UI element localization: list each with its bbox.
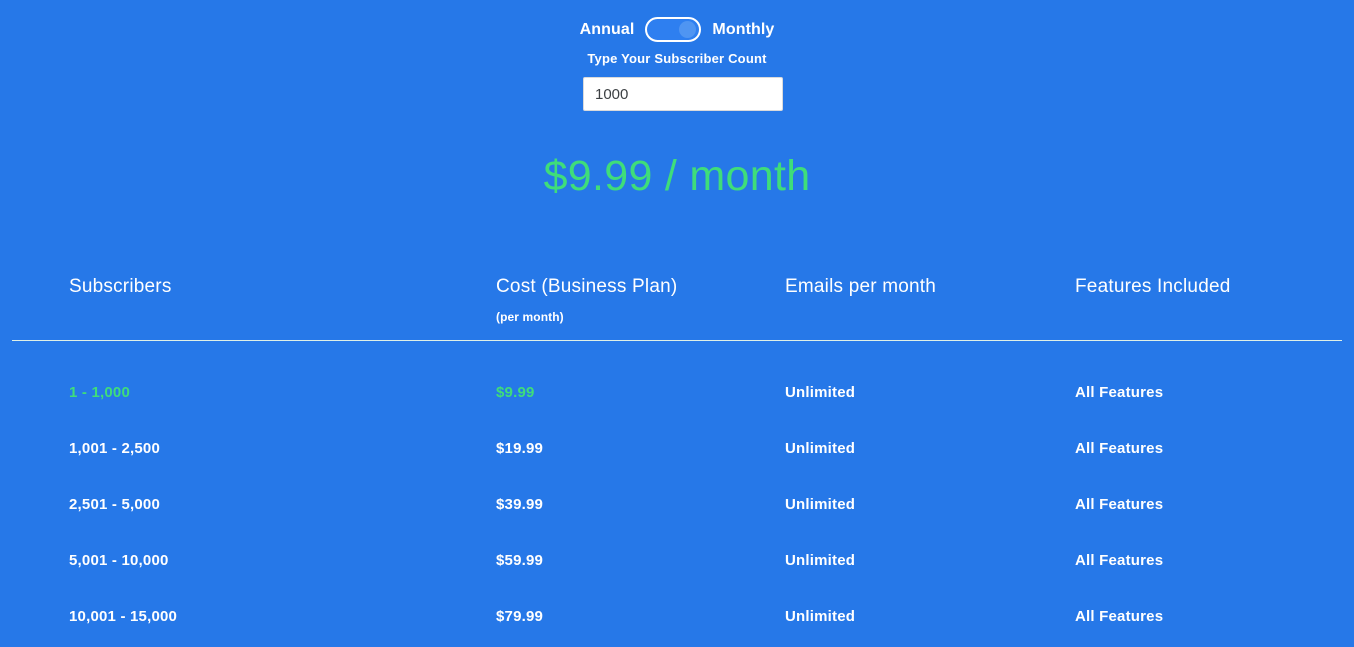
subscriber-count-input[interactable] [583, 77, 783, 111]
cell-subscribers: 1 - 1,000 [69, 384, 131, 401]
cell-emails: Unlimited [785, 384, 856, 401]
pricing-table-header: Subscribers Cost (Business Plan) (per mo… [0, 276, 1354, 340]
column-header-features: Features Included [1075, 276, 1231, 297]
cell-cost: $59.99 [496, 552, 544, 569]
price-headline: $9.99 / month [543, 152, 811, 200]
billing-period-switch[interactable] [645, 17, 702, 42]
cell-emails: Unlimited [785, 608, 856, 625]
cell-features: All Features [1075, 608, 1164, 625]
cell-cost: $9.99 [496, 384, 535, 401]
pricing-table-body: 1 - 1,000 $9.99 Unlimited All Features 1,001… [0, 385, 1354, 647]
cell-subscribers: 5,001 - 10,000 [69, 552, 169, 569]
table-row: 10,001 - 15,000 $79.99 Unlimited All Featur… [0, 609, 1354, 647]
cell-features: All Features [1075, 440, 1164, 457]
subscriber-count-label: Type Your Subscriber Count [587, 51, 767, 66]
cell-cost: $79.99 [496, 608, 544, 625]
pricing-table: Subscribers Cost (Business Plan) (per mo… [0, 276, 1354, 340]
table-row: 5,001 - 10,000 $59.99 Unlimited All Feature… [0, 553, 1354, 609]
column-header-emails: Emails per month [785, 276, 937, 297]
cell-cost: $19.99 [496, 440, 544, 457]
cell-emails: Unlimited [785, 496, 856, 513]
annual-label[interactable]: Annual [580, 21, 635, 38]
cell-features: All Features [1075, 552, 1164, 569]
cell-subscribers: 10,001 - 15,000 [69, 608, 178, 625]
table-row: 1 - 1,000 $9.99 Unlimited All Features [0, 385, 1354, 441]
billing-period-toggle-row: Annual Monthly [0, 17, 1354, 42]
monthly-label[interactable]: Monthly [712, 21, 774, 38]
column-header-cost: Cost (Business Plan) [496, 276, 678, 297]
table-row: 2,501 - 5,000 $39.99 Unlimited All Features [0, 497, 1354, 553]
header-divider [12, 340, 1342, 341]
switch-knob [679, 21, 697, 38]
cell-emails: Unlimited [785, 552, 856, 569]
cell-features: All Features [1075, 384, 1164, 401]
cell-emails: Unlimited [785, 440, 856, 457]
column-header-cost-subtitle: (per month) [496, 310, 564, 324]
cell-features: All Features [1075, 496, 1164, 513]
cell-subscribers: 1,001 - 2,500 [69, 440, 161, 457]
cell-subscribers: 2,501 - 5,000 [69, 496, 161, 513]
table-row: 1,001 - 2,500 $19.99 Unlimited All Features [0, 441, 1354, 497]
cell-cost: $39.99 [496, 496, 544, 513]
column-header-subscribers: Subscribers [69, 276, 172, 297]
